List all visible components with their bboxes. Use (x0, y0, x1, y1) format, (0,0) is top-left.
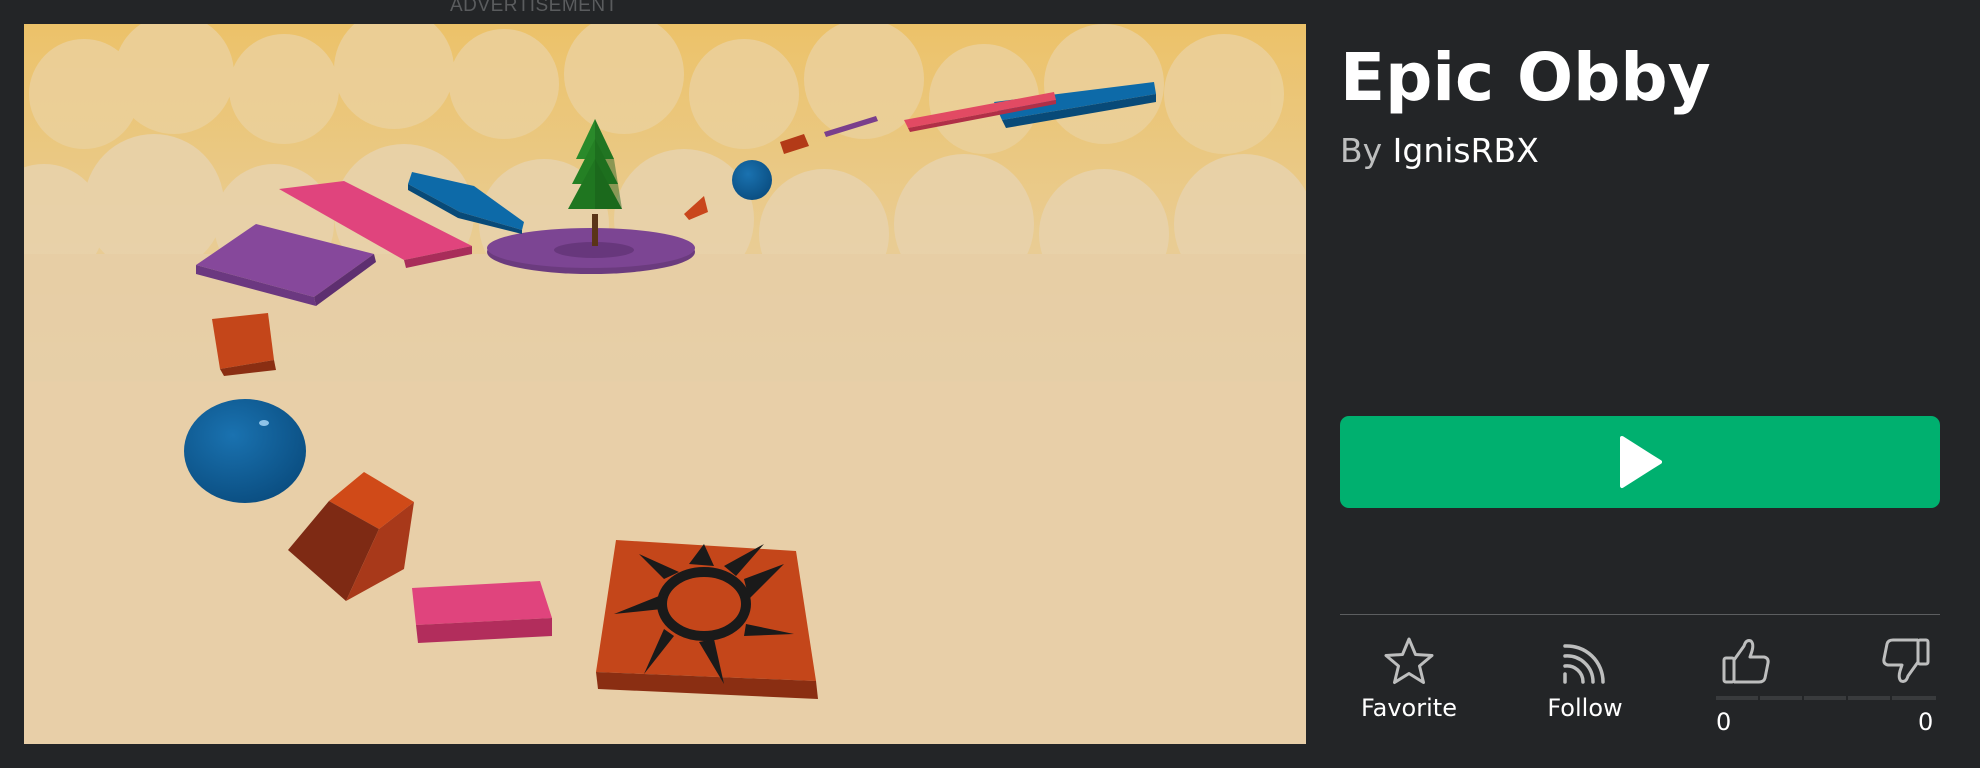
follow-label: Follow (1547, 694, 1623, 722)
thumbnail-scene (24, 24, 1306, 744)
downvote-button[interactable] (1880, 636, 1936, 692)
upvote-button[interactable] (1720, 636, 1776, 692)
actions-divider (1340, 614, 1940, 615)
vote-ratio-bar (1716, 696, 1936, 700)
advertisement-label: ADVERTISEMENT (450, 0, 618, 16)
creator-link[interactable]: IgnisRBX (1393, 131, 1539, 170)
follow-button[interactable]: Follow (1530, 636, 1640, 722)
favorite-label: Favorite (1361, 694, 1457, 722)
upvote-count: 0 (1716, 708, 1732, 736)
game-thumbnail[interactable] (24, 24, 1306, 744)
follow-feed-icon (1563, 644, 1605, 684)
star-icon (1384, 637, 1434, 684)
by-prefix: By (1340, 131, 1383, 170)
game-info-panel: Epic Obby By IgnisRBX Favorite Follow 0 … (1340, 0, 1940, 768)
play-button[interactable] (1340, 416, 1940, 508)
play-icon (1620, 436, 1662, 488)
thumbs-up-icon (1722, 639, 1770, 684)
creator-byline: By IgnisRBX (1340, 130, 1539, 172)
game-title: Epic Obby (1340, 39, 1711, 116)
thumbs-down-icon (1882, 638, 1930, 683)
favorite-button[interactable]: Favorite (1354, 636, 1464, 722)
downvote-count: 0 (1918, 708, 1934, 736)
